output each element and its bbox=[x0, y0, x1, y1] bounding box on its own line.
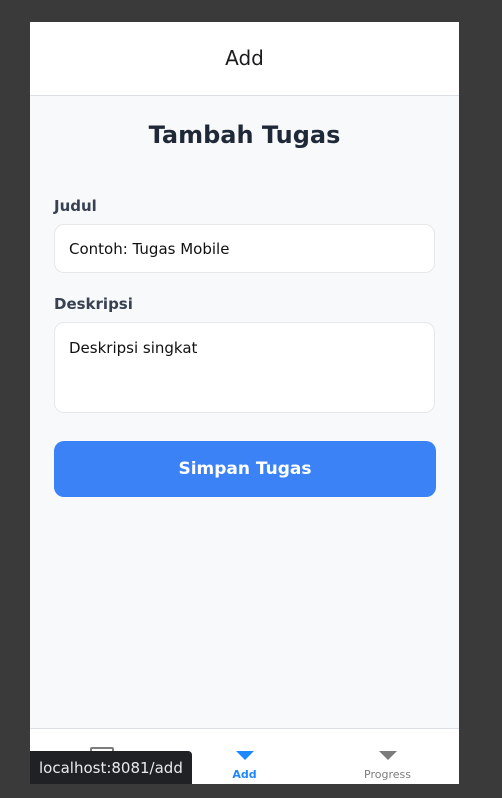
judul-label: Judul bbox=[54, 197, 97, 215]
submit-button-label: Simpan Tugas bbox=[178, 459, 312, 479]
tab-add-label: Add bbox=[232, 768, 257, 781]
judul-input[interactable]: Contoh: Tugas Mobile bbox=[54, 224, 435, 273]
deskripsi-label: Deskripsi bbox=[54, 295, 133, 313]
triangle-down-icon bbox=[235, 751, 254, 760]
deskripsi-placeholder: Deskripsi singkat bbox=[69, 339, 198, 357]
page-title: Tambah Tugas bbox=[148, 121, 341, 149]
link-status-url: localhost:8081/add bbox=[39, 758, 183, 777]
submit-button[interactable]: Simpan Tugas bbox=[54, 441, 436, 497]
tab-progress[interactable]: Progress bbox=[316, 729, 459, 784]
judul-placeholder: Contoh: Tugas Mobile bbox=[69, 239, 230, 258]
header: Add bbox=[30, 22, 459, 96]
triangle-down-icon bbox=[378, 751, 397, 760]
link-status-tooltip: localhost:8081/add bbox=[30, 751, 192, 784]
tab-progress-label: Progress bbox=[364, 768, 411, 781]
deskripsi-textarea[interactable]: Deskripsi singkat bbox=[54, 322, 435, 413]
app-window: Add Tambah Tugas Judul Contoh: Tugas Mob… bbox=[30, 22, 459, 784]
tab-add[interactable]: Add bbox=[173, 729, 316, 784]
header-title: Add bbox=[225, 45, 264, 70]
